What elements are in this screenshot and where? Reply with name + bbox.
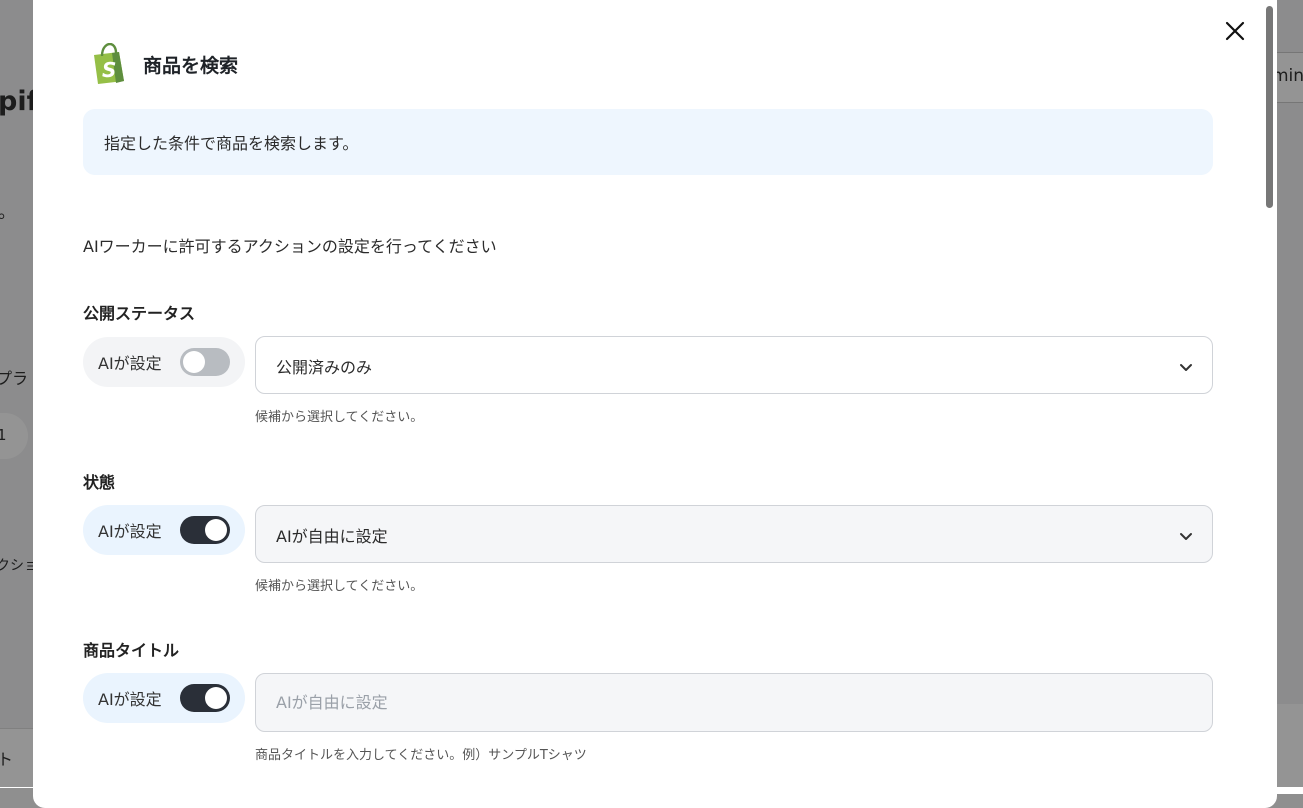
toggle-knob [205, 519, 227, 541]
ai-toggle-status[interactable] [180, 516, 230, 544]
field-hint: 候補から選択してください。 [255, 579, 424, 594]
close-button[interactable] [1220, 16, 1250, 46]
ai-toggle-publish-status[interactable] [180, 348, 230, 376]
shopify-bag-icon: S [90, 43, 128, 85]
select-value: AIが自由に設定 [276, 527, 388, 546]
field-label-product-title: 商品タイトル [83, 641, 180, 660]
select-value: 公開済みのみ [276, 358, 373, 377]
ai-setting-label: AIが設定 [98, 522, 162, 541]
ai-setting-label: AIが設定 [98, 690, 162, 709]
description-text: 指定した条件で商品を検索します。 [104, 134, 359, 153]
search-products-modal: S 商品を検索 指定した条件で商品を検索します。 AIワーカーに許可するアクショ… [33, 0, 1277, 808]
field-label-publish-status: 公開ステータス [83, 304, 196, 323]
close-icon [1225, 21, 1245, 41]
product-title-input[interactable] [255, 673, 1213, 732]
modal-scrollbar[interactable] [1264, 0, 1274, 787]
scrollbar-thumb[interactable] [1266, 6, 1273, 208]
ai-setting-pill-publish-status: AIが設定 [83, 337, 245, 387]
field-label-status: 状態 [83, 473, 116, 492]
toggle-knob [183, 351, 205, 373]
ai-setting-pill-status: AIが設定 [83, 505, 245, 555]
field-hint: 商品タイトルを入力してください。例）サンプルTシャツ [255, 748, 587, 763]
field-hint: 候補から選択してください。 [255, 410, 424, 425]
publish-status-select[interactable]: 公開済みのみ [255, 336, 1213, 394]
modal-header: S 商品を検索 [90, 43, 238, 85]
svg-text:S: S [102, 58, 116, 82]
status-select[interactable]: AIが自由に設定 [255, 505, 1213, 563]
ai-setting-pill-product-title: AIが設定 [83, 673, 245, 723]
toggle-knob [205, 687, 227, 709]
description-box: 指定した条件で商品を検索します。 [83, 109, 1213, 175]
chevron-down-icon [1178, 528, 1194, 544]
intro-text: AIワーカーに許可するアクションの設定を行ってください [83, 237, 497, 256]
ai-setting-label: AIが設定 [98, 354, 162, 373]
chevron-down-icon [1178, 359, 1194, 375]
ai-toggle-product-title[interactable] [180, 684, 230, 712]
modal-title: 商品を検索 [143, 54, 239, 77]
